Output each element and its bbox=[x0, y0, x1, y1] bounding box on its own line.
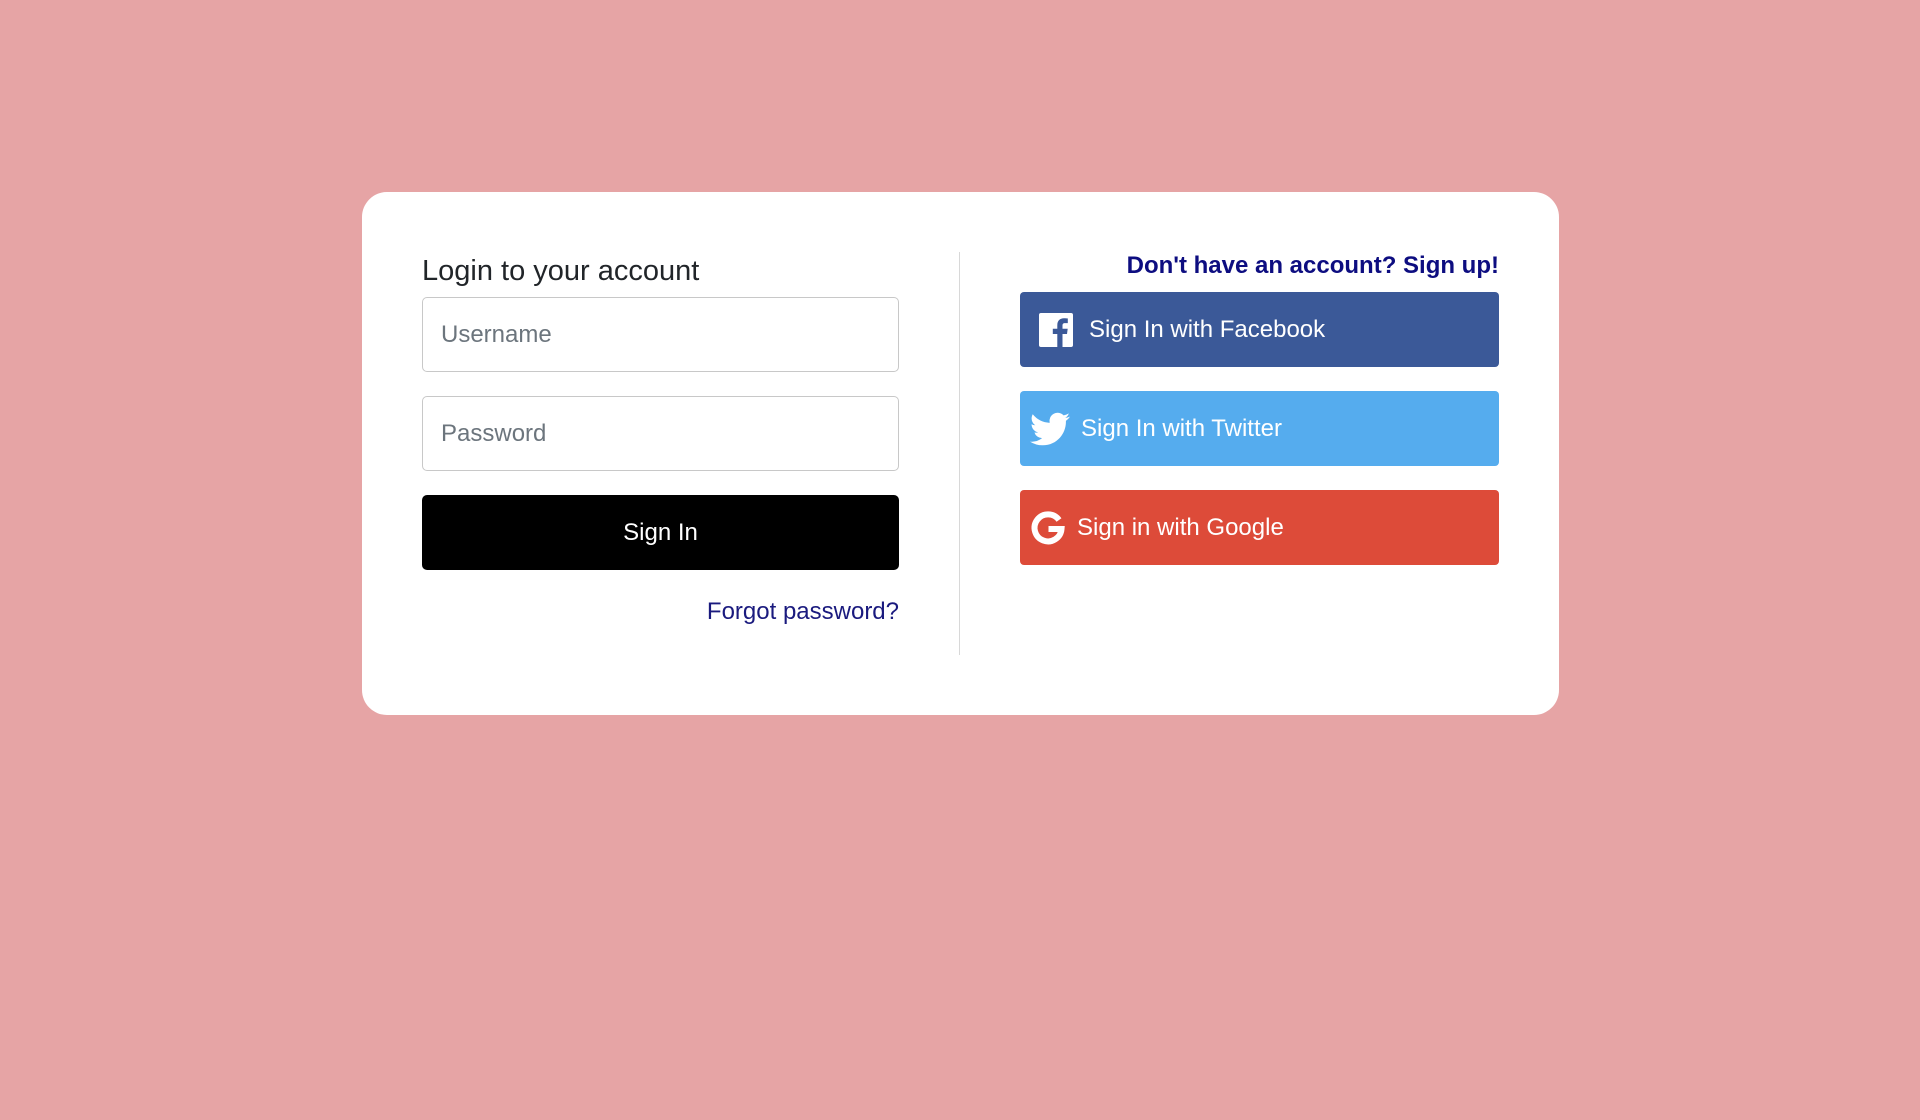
facebook-signin-label: Sign In with Facebook bbox=[1089, 315, 1326, 343]
google-icon bbox=[1028, 508, 1068, 548]
google-signin-label: Sign in with Google bbox=[1077, 513, 1284, 541]
password-input[interactable] bbox=[422, 396, 899, 471]
twitter-signin-label: Sign In with Twitter bbox=[1081, 414, 1282, 442]
twitter-icon bbox=[1028, 409, 1072, 449]
sign-up-link[interactable]: Don't have an account? Sign up! bbox=[1020, 252, 1499, 280]
login-card: Login to your account Sign In Forgot pas… bbox=[362, 192, 1559, 715]
login-form: Login to your account Sign In Forgot pas… bbox=[422, 252, 899, 626]
sign-in-button[interactable]: Sign In bbox=[422, 495, 899, 570]
social-login: Don't have an account? Sign up! Sign In … bbox=[1020, 252, 1499, 565]
google-signin-button[interactable]: Sign in with Google bbox=[1020, 490, 1499, 565]
twitter-signin-button[interactable]: Sign In with Twitter bbox=[1020, 391, 1499, 466]
forgot-password-link[interactable]: Forgot password? bbox=[422, 598, 899, 626]
vertical-divider bbox=[959, 252, 960, 655]
form-title: Login to your account bbox=[422, 255, 700, 287]
facebook-signin-button[interactable]: Sign In with Facebook bbox=[1020, 292, 1499, 367]
username-input[interactable] bbox=[422, 297, 899, 372]
facebook-icon bbox=[1039, 312, 1073, 347]
